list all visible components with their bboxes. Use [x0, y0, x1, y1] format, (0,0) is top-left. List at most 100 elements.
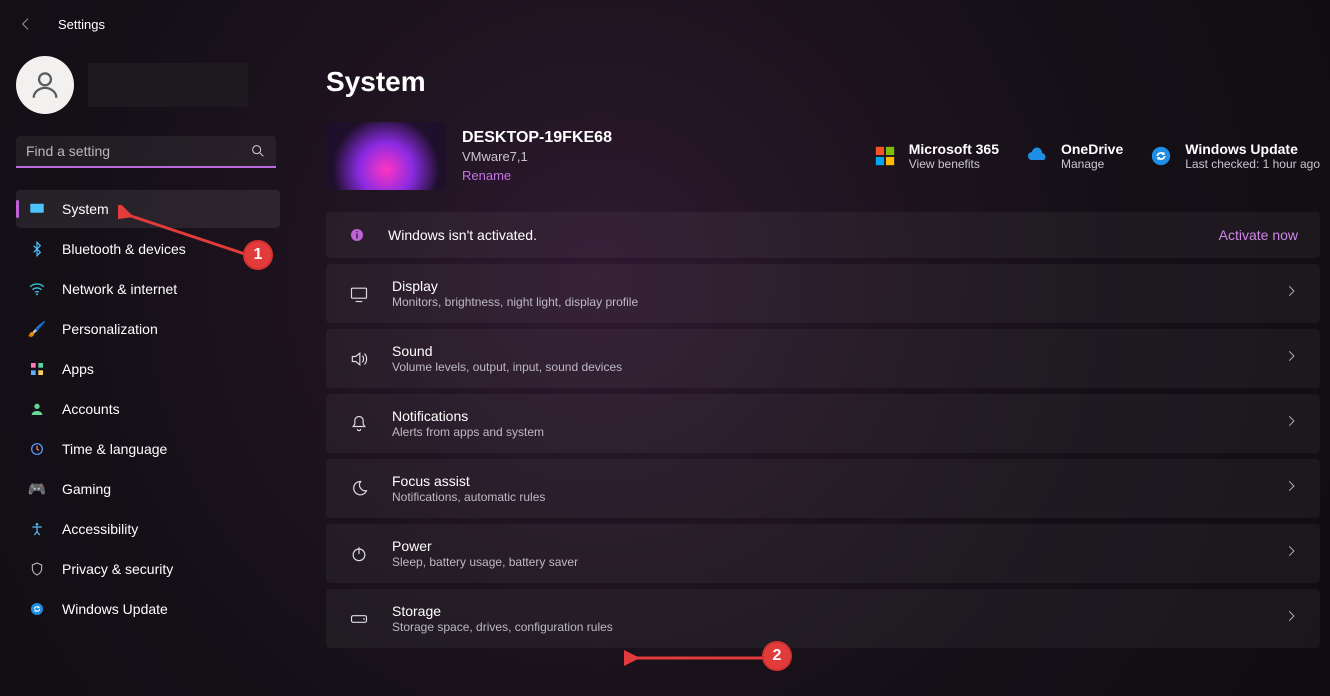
- sidebar-item-label: Accounts: [62, 401, 120, 417]
- row-title: Storage: [392, 603, 1262, 619]
- row-title: Sound: [392, 343, 1262, 359]
- row-subtitle: Notifications, automatic rules: [392, 490, 1262, 504]
- rename-link[interactable]: Rename: [462, 168, 612, 183]
- main-content: System DESKTOP-19FKE68 VMware7,1 Rename …: [296, 48, 1330, 696]
- settings-row-storage[interactable]: Storage Storage space, drives, configura…: [326, 589, 1320, 648]
- monitor-icon: [348, 283, 370, 305]
- sidebar-item-label: Apps: [62, 361, 94, 377]
- sidebar-item-label: Privacy & security: [62, 561, 173, 577]
- storage-icon: [348, 608, 370, 630]
- sidebar-item-label: Time & language: [62, 441, 167, 457]
- accessibility-icon: [28, 520, 46, 538]
- settings-rows: Windows isn't activated. Activate now Di…: [326, 212, 1320, 648]
- sidebar-item-label: Windows Update: [62, 601, 168, 617]
- sidebar-item-label: Bluetooth & devices: [62, 241, 186, 257]
- search-icon: [250, 143, 266, 159]
- quicklink-m365[interactable]: Microsoft 365 View benefits: [871, 141, 999, 171]
- person-icon: [28, 68, 62, 102]
- annotation-badge-1: 1: [243, 240, 273, 270]
- row-title: Power: [392, 538, 1262, 554]
- annotation-badge-2: 2: [762, 641, 792, 671]
- settings-row-notifications[interactable]: Notifications Alerts from apps and syste…: [326, 394, 1320, 453]
- quicklink-onedrive[interactable]: OneDrive Manage: [1023, 141, 1123, 171]
- page-title: System: [326, 66, 1320, 98]
- wallpaper-thumbnail[interactable]: [326, 122, 446, 190]
- back-button[interactable]: [12, 10, 40, 38]
- sidebar-item-system[interactable]: System: [16, 190, 280, 228]
- device-model: VMware7,1: [462, 149, 612, 164]
- quicklink-subtitle: Last checked: 1 hour ago: [1185, 157, 1320, 171]
- user-card[interactable]: [16, 56, 280, 114]
- quick-links: Microsoft 365 View benefits OneDrive Man…: [871, 141, 1320, 171]
- window-title: Settings: [58, 17, 105, 32]
- user-details-redacted: [88, 63, 248, 107]
- sidebar-item-personalization[interactable]: 🖌️ Personalization: [16, 310, 280, 348]
- sidebar-item-label: Gaming: [62, 481, 111, 497]
- chevron-right-icon: [1284, 349, 1298, 368]
- sidebar-item-accounts[interactable]: Accounts: [16, 390, 280, 428]
- chevron-right-icon: [1284, 479, 1298, 498]
- update-icon: [1147, 142, 1175, 170]
- sidebar-item-network[interactable]: Network & internet: [16, 270, 280, 308]
- settings-row-power[interactable]: Power Sleep, battery usage, battery save…: [326, 524, 1320, 583]
- sidebar-item-windows-update[interactable]: Windows Update: [16, 590, 280, 628]
- sidebar-item-apps[interactable]: Apps: [16, 350, 280, 388]
- avatar: [16, 56, 74, 114]
- sidebar: System Bluetooth & devices Network & int…: [0, 48, 296, 696]
- row-subtitle: Volume levels, output, input, sound devi…: [392, 360, 1262, 374]
- paintbrush-icon: 🖌️: [28, 320, 46, 338]
- sidebar-item-bluetooth[interactable]: Bluetooth & devices: [16, 230, 280, 268]
- row-title: Notifications: [392, 408, 1262, 424]
- quicklink-title: OneDrive: [1061, 141, 1123, 157]
- settings-row-display[interactable]: Display Monitors, brightness, night ligh…: [326, 264, 1320, 323]
- microsoft365-icon: [871, 142, 899, 170]
- row-subtitle: Monitors, brightness, night light, displ…: [392, 295, 1262, 309]
- onedrive-icon: [1023, 142, 1051, 170]
- account-icon: [28, 400, 46, 418]
- clock-icon: [28, 440, 46, 458]
- search-input[interactable]: [26, 143, 250, 159]
- sidebar-item-label: Personalization: [62, 321, 158, 337]
- bluetooth-icon: [28, 240, 46, 258]
- settings-row-focus-assist[interactable]: Focus assist Notifications, automatic ru…: [326, 459, 1320, 518]
- moon-icon: [348, 478, 370, 500]
- activation-message: Windows isn't activated.: [388, 227, 1197, 243]
- sound-icon: [348, 348, 370, 370]
- sidebar-item-gaming[interactable]: 🎮 Gaming: [16, 470, 280, 508]
- nav-list: System Bluetooth & devices Network & int…: [16, 190, 280, 628]
- wifi-icon: [28, 280, 46, 298]
- device-name: DESKTOP-19FKE68: [462, 129, 612, 147]
- display-icon: [28, 200, 46, 218]
- row-subtitle: Alerts from apps and system: [392, 425, 1262, 439]
- bell-icon: [348, 413, 370, 435]
- row-title: Focus assist: [392, 473, 1262, 489]
- chevron-right-icon: [1284, 284, 1298, 303]
- shield-icon: [28, 560, 46, 578]
- settings-row-sound[interactable]: Sound Volume levels, output, input, soun…: [326, 329, 1320, 388]
- update-icon: [28, 600, 46, 618]
- sidebar-item-privacy[interactable]: Privacy & security: [16, 550, 280, 588]
- gamepad-icon: 🎮: [28, 480, 46, 498]
- row-title: Display: [392, 278, 1262, 294]
- row-subtitle: Storage space, drives, configuration rul…: [392, 620, 1262, 634]
- activate-now-link[interactable]: Activate now: [1219, 227, 1298, 243]
- title-bar: Settings: [0, 0, 1330, 48]
- quicklink-title: Windows Update: [1185, 141, 1320, 157]
- quicklink-title: Microsoft 365: [909, 141, 999, 157]
- quicklink-subtitle: Manage: [1061, 157, 1123, 171]
- search-box[interactable]: [16, 136, 276, 168]
- power-icon: [348, 543, 370, 565]
- arrow-left-icon: [18, 16, 34, 32]
- row-subtitle: Sleep, battery usage, battery saver: [392, 555, 1262, 569]
- sidebar-item-label: Network & internet: [62, 281, 177, 297]
- quicklink-subtitle: View benefits: [909, 157, 999, 171]
- apps-icon: [28, 360, 46, 378]
- chevron-right-icon: [1284, 414, 1298, 433]
- chevron-right-icon: [1284, 544, 1298, 563]
- info-icon: [348, 226, 366, 244]
- quicklink-windows-update[interactable]: Windows Update Last checked: 1 hour ago: [1147, 141, 1320, 171]
- sidebar-item-time-language[interactable]: Time & language: [16, 430, 280, 468]
- activation-banner[interactable]: Windows isn't activated. Activate now: [326, 212, 1320, 258]
- chevron-right-icon: [1284, 609, 1298, 628]
- sidebar-item-accessibility[interactable]: Accessibility: [16, 510, 280, 548]
